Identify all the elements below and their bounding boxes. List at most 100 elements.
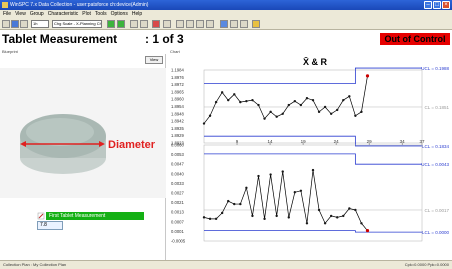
xbar-data-point — [305, 97, 309, 100]
range-data-point — [214, 217, 218, 221]
range-y-tick: 0.0001 — [171, 229, 184, 234]
range-y-tick: 0.0053 — [171, 152, 184, 157]
list-icon[interactable] — [2, 20, 10, 28]
range-y-tick: 0.0033 — [171, 181, 184, 186]
check-icon[interactable] — [117, 20, 125, 28]
range-ucl-label: UCL = 0.0043 — [421, 162, 449, 167]
menu-characteristic[interactable]: Characteristic — [48, 10, 79, 18]
x-tick-label: 19 — [301, 139, 307, 144]
x-tick-label: 14 — [268, 139, 274, 144]
xbar-ucl-label: UCL = 0.1988 — [421, 66, 449, 71]
view-button[interactable]: View — [145, 56, 163, 64]
xbar-data-point — [245, 99, 248, 103]
range-data-point — [245, 186, 248, 190]
xbar-data-point — [293, 99, 297, 103]
grid-icon[interactable] — [11, 20, 19, 28]
measurement-input[interactable]: 7.8 — [37, 221, 63, 230]
accept-icon[interactable] — [107, 20, 115, 28]
x-tick-label: 37 — [419, 139, 425, 144]
xbar-data-point — [354, 114, 357, 117]
xbar-data-point — [348, 95, 351, 98]
range-y-tick: 0.0060 — [171, 143, 184, 148]
xbar-data-point — [227, 98, 230, 102]
xbar-data-point — [342, 98, 345, 102]
range-data-point — [299, 189, 303, 192]
control-chart-svg: X̄ & R 1.1984 1.8976 1.8972 1.8965 1.8960 1.8… — [167, 54, 452, 260]
menu-group[interactable]: Group — [30, 10, 44, 18]
range-data-point — [263, 217, 266, 221]
split-view-icon[interactable] — [240, 20, 248, 28]
range-data-point — [257, 174, 260, 178]
xbar-data-point — [202, 122, 206, 125]
page-icon[interactable] — [163, 20, 171, 28]
plot-select[interactable]: Chg Scale - X-Planning Cht — [52, 20, 102, 28]
xbar-y-tick: 1.1984 — [171, 68, 184, 73]
range-y-tick: 0.0013 — [171, 210, 184, 215]
blank-icon-1[interactable] — [176, 20, 184, 28]
menu-file[interactable]: File — [3, 10, 11, 18]
menu-options[interactable]: Options — [111, 10, 128, 18]
table-icon[interactable] — [20, 20, 28, 28]
blank-icon-4[interactable] — [206, 20, 214, 28]
pencil-icon — [37, 212, 45, 220]
xbar-data-point — [329, 112, 333, 115]
chart-area: X̄ & R 1.1984 1.8976 1.8972 1.8965 1.8960 1.8… — [167, 54, 452, 260]
minimize-button[interactable]: – — [424, 1, 432, 9]
app-icon — [2, 2, 8, 8]
x-tick-label: 34 — [400, 139, 406, 144]
xbar-y-tick: 1.8965 — [171, 89, 184, 94]
feature-row[interactable]: First Tablet Measurement — [37, 212, 144, 220]
feature-label: First Tablet Measurement — [46, 212, 144, 220]
blank-icon-2[interactable] — [186, 20, 194, 28]
xbar-lcl-label: LCL = 0.1834 — [422, 144, 449, 149]
range-data-point — [281, 170, 284, 173]
xbar-data-point — [208, 114, 212, 117]
xbar-data-point — [214, 100, 218, 104]
xbar-y-tick: 1.8960 — [171, 97, 184, 102]
menu-view[interactable]: View — [15, 10, 26, 18]
range-y-tick: 0.0007 — [171, 219, 184, 224]
menu-tools[interactable]: Tools — [95, 10, 107, 18]
layout-icon[interactable] — [220, 20, 228, 28]
xbar-data-point — [239, 100, 242, 104]
header: Tablet Measurement : 1 of 3 Out of Contr… — [0, 30, 452, 49]
xbar-data-point — [275, 115, 278, 118]
range-data-point — [208, 217, 212, 221]
xbar-data-point — [251, 98, 254, 102]
range-data-point — [329, 214, 333, 218]
blank-icon-3[interactable] — [196, 20, 204, 28]
xbar-data-point — [269, 110, 272, 114]
xbar-data-point — [220, 91, 224, 94]
next-icon[interactable] — [140, 20, 148, 28]
xbar-data-point — [299, 103, 303, 107]
xbar-data-point — [281, 112, 284, 115]
folder-icon[interactable] — [252, 20, 260, 28]
xbar-data-point — [311, 98, 315, 102]
xbar-data-point — [360, 110, 363, 114]
range-data-point — [275, 214, 278, 218]
range-y-tick: 0.0027 — [171, 191, 184, 196]
xbar-data-point — [233, 93, 236, 96]
status-right: Cpk=0.0000 Ppk=0.0000 — [404, 262, 449, 267]
range-data-point — [269, 173, 272, 176]
menu-plot[interactable]: Plot — [82, 10, 91, 18]
zoom-select[interactable]: 1h — [31, 20, 49, 28]
prev-icon[interactable] — [130, 20, 138, 28]
xbar-data-point — [257, 103, 260, 107]
range-data-point — [323, 222, 327, 225]
range-data-point — [220, 211, 224, 215]
menu-help[interactable]: Help — [132, 10, 142, 18]
range-y-tick: 0.0047 — [171, 162, 184, 167]
close-button[interactable]: × — [442, 1, 450, 9]
range-y-tick: -0.0005 — [171, 239, 186, 244]
grid-view-icon[interactable] — [230, 20, 238, 28]
toolbar: 1h Chg Scale - X-Planning Cht — [0, 18, 452, 30]
diameter-label: Diameter — [108, 139, 156, 151]
range-data-point — [348, 207, 351, 210]
xbar-data-point — [317, 110, 321, 114]
range-data-point — [317, 208, 321, 212]
maximize-button[interactable]: □ — [433, 1, 441, 9]
tablet-photo: Diameter — [0, 68, 166, 198]
chart-icon[interactable] — [152, 20, 160, 28]
range-data-point — [293, 191, 297, 194]
